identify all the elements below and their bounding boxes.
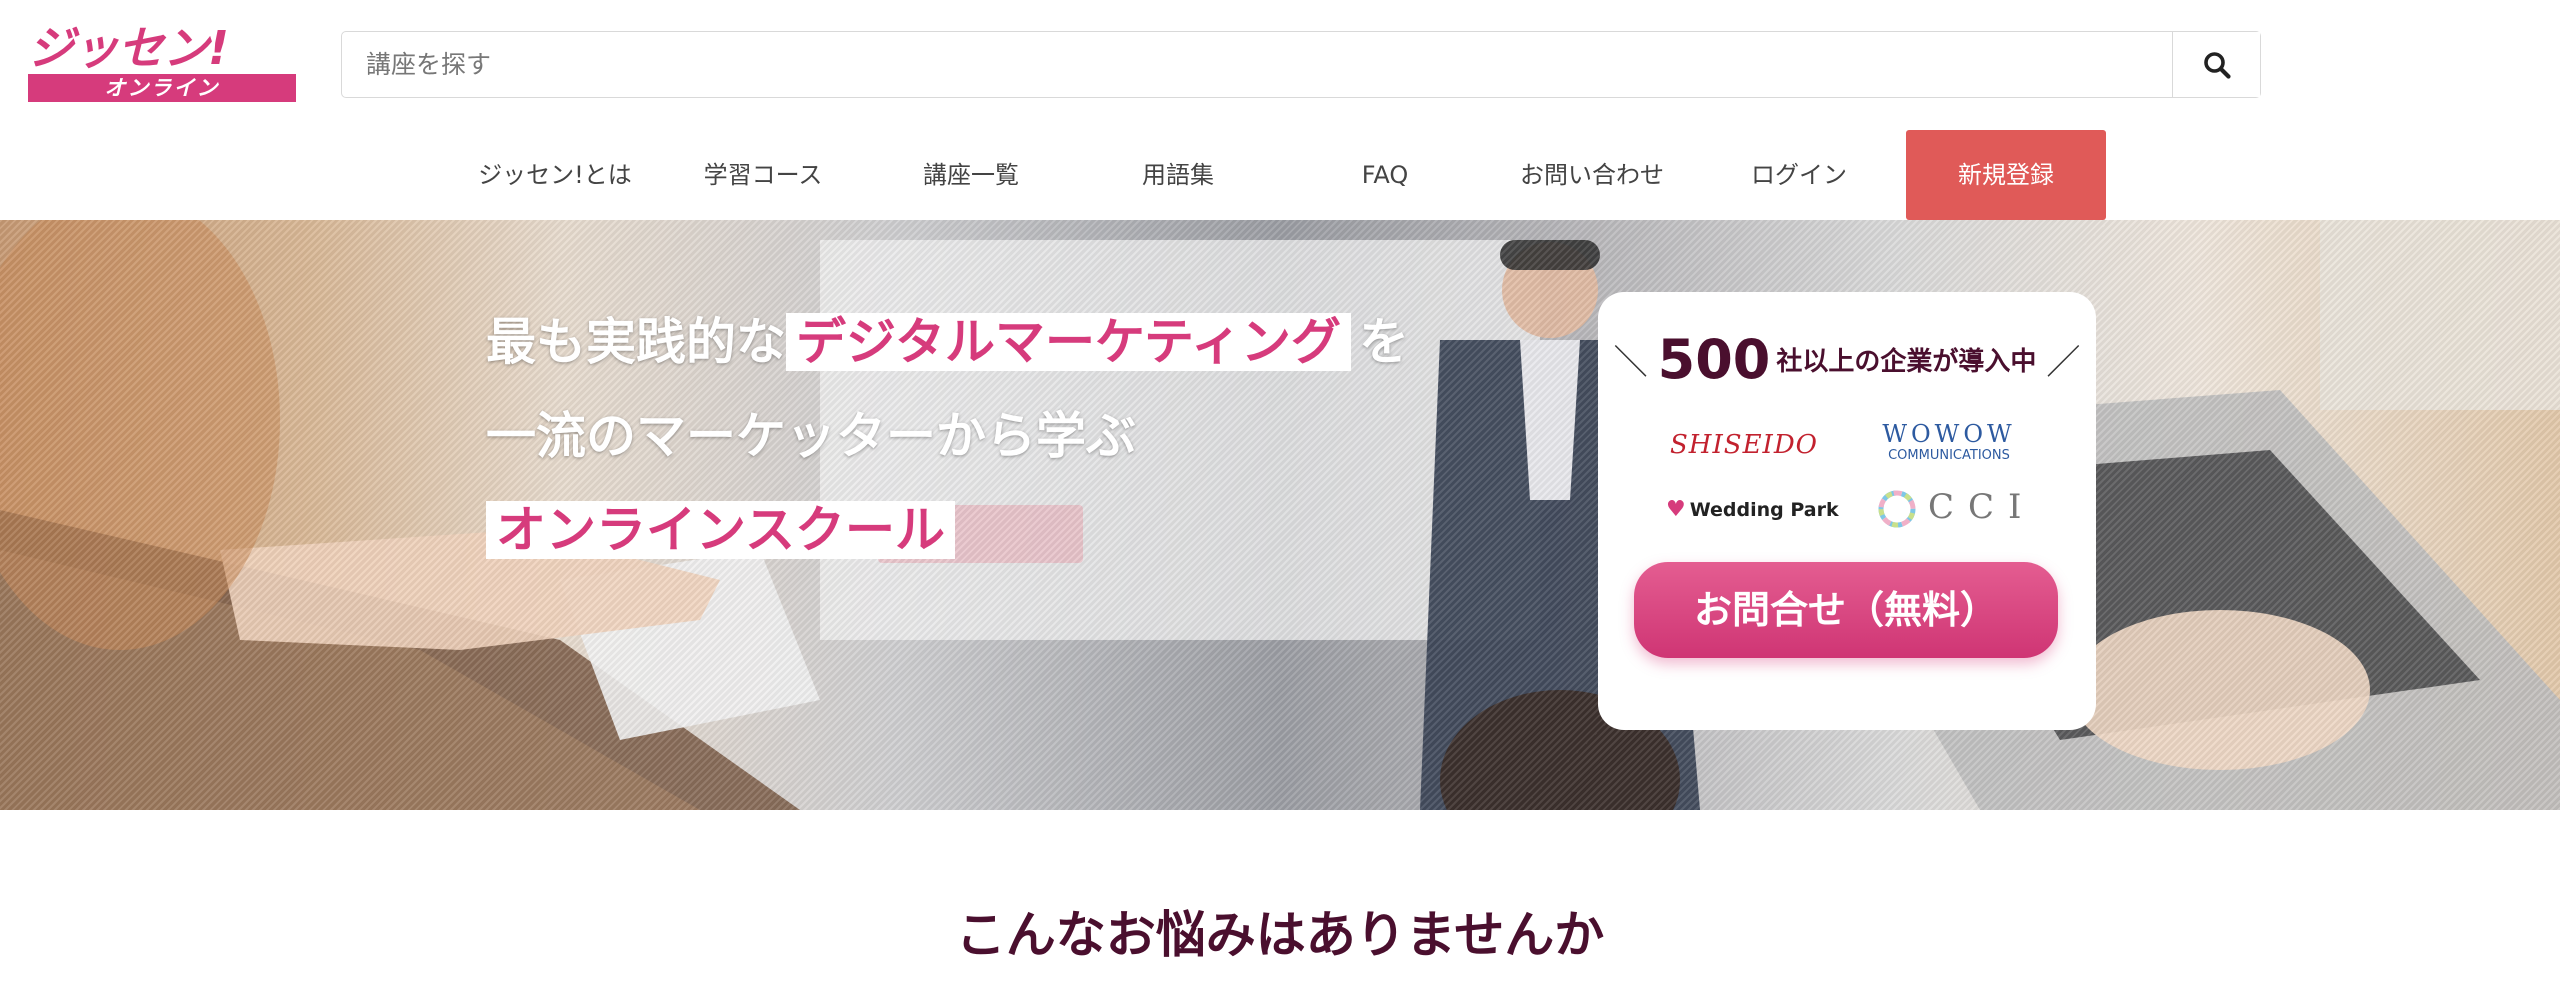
wowow-wordmark: WOWOW xyxy=(1882,420,2016,448)
hero-headline: 最も実践的な デジタルマーケティングを 一流のマーケッターから学ぶ オンラインスク… xyxy=(486,295,1486,577)
search-input[interactable] xyxy=(342,32,2172,97)
client-logo-shiseido: SHISEIDO xyxy=(1670,430,1818,460)
headline-line2: 一流のマーケッターから学ぶ xyxy=(486,407,1136,465)
nav-item-courses[interactable]: 学習コース xyxy=(683,130,843,220)
logo-wordmark: ジッセン! xyxy=(28,21,229,75)
cci-ring-icon xyxy=(1878,490,1916,528)
adoption-card: ＼ 500 社以上の企業が導入中 ／ SHISEIDO WOWOW COMMUNICA… xyxy=(1598,292,2096,730)
client-logo-wowow: WOWOW COMMUNICATIONS xyxy=(1874,420,2024,468)
company-count-text: 社以上の企業が導入中 xyxy=(1776,347,2037,377)
headline-highlight-digital: デジタルマーケティング xyxy=(786,313,1351,371)
hero-banner: 最も実践的な デジタルマーケティングを 一流のマーケッターから学ぶ オンラインスク… xyxy=(0,220,2560,810)
site-header: ジッセン! オンライン xyxy=(0,0,2560,130)
main-nav: ジッセン!とは 学習コース 講座一覧 用語集 FAQ お問い合わせ ログイン 新… xyxy=(0,130,2560,220)
site-logo[interactable]: ジッセン! オンライン xyxy=(28,24,296,104)
nav-item-faq[interactable]: FAQ xyxy=(1305,130,1465,220)
logo-subtitle: オンライン xyxy=(28,74,296,102)
decor-slash-right: ／ xyxy=(2046,343,2081,383)
headline-line1-pre: 最も実践的な xyxy=(486,313,786,371)
nav-item-contact[interactable]: お問い合わせ xyxy=(1502,130,1682,220)
register-button[interactable]: 新規登録 xyxy=(1906,130,2106,220)
adoption-count: ＼ 500 社以上の企業が導入中 ／ xyxy=(1598,328,2096,391)
contact-free-button[interactable]: お問合せ（無料） xyxy=(1634,562,2058,658)
search-button[interactable] xyxy=(2172,32,2260,97)
company-count: 500 xyxy=(1657,328,1771,391)
nav-item-lectures[interactable]: 講座一覧 xyxy=(891,130,1051,220)
nav-item-login[interactable]: ログイン xyxy=(1719,130,1879,220)
headline-highlight-school: オンラインスクール xyxy=(486,501,955,559)
wowow-subtitle: COMMUNICATIONS xyxy=(1888,448,2010,463)
cci-wordmark: CCI xyxy=(1928,487,2036,527)
section-title: こんなお悩みはありませんか xyxy=(955,906,1605,964)
headline-line1-post: を xyxy=(1359,313,1409,371)
decor-slash-left: ＼ xyxy=(1613,343,1648,383)
client-logo-weddingpark: ♥ Wedding Park xyxy=(1666,495,1839,525)
client-logo-cci: CCI xyxy=(1874,486,2024,532)
nav-item-about[interactable]: ジッセン!とは xyxy=(475,130,635,220)
search-bar xyxy=(341,31,2261,98)
search-icon xyxy=(2203,51,2231,79)
heart-icon: ♥ xyxy=(1666,497,1686,522)
nav-item-glossary[interactable]: 用語集 xyxy=(1098,130,1258,220)
weddingpark-wordmark: Wedding Park xyxy=(1689,499,1839,521)
